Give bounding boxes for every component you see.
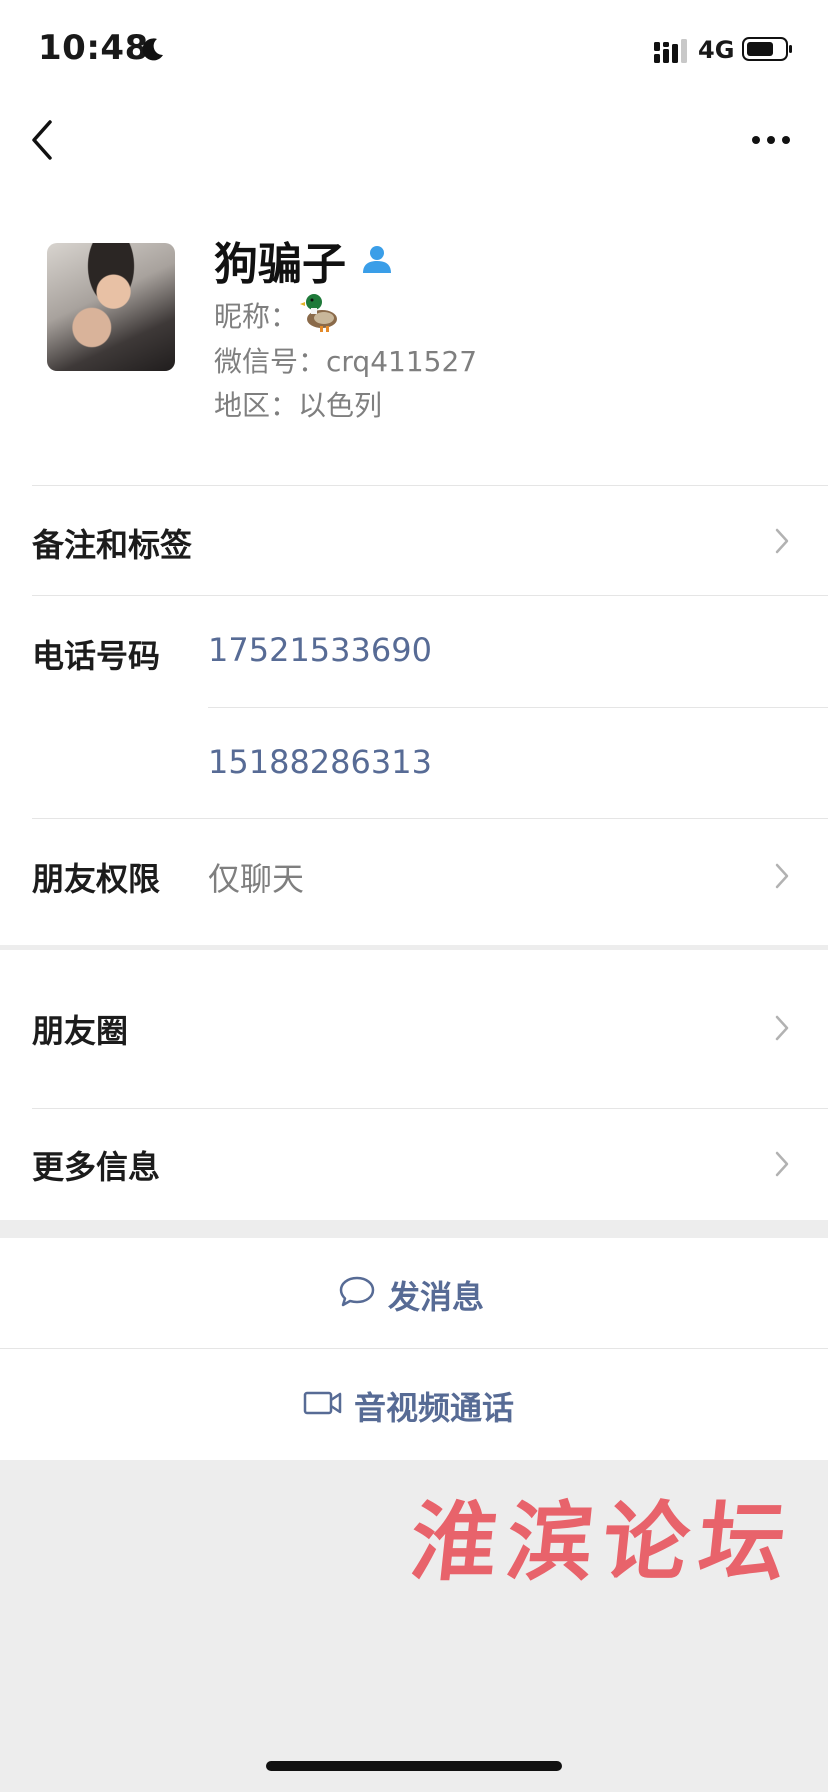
status-time: 10:48 [38,28,149,68]
more-info-label[interactable]: 更多信息 [32,1142,160,1188]
video-call-label: 音视频通话 [354,1389,515,1427]
chevron-right-icon [775,863,789,889]
watermark: 淮滨论坛 [405,1492,801,1593]
wechat-id: 微信号：crq411527 [214,345,478,378]
video-call-button[interactable]: 音视频通话 [0,1349,828,1459]
contact-name: 狗骗子 [214,239,346,290]
phone-number-1[interactable]: 17521533690 [208,631,432,669]
divider [32,595,828,596]
back-icon[interactable] [28,116,58,164]
friend-permission-label[interactable]: 朋友权限 [32,854,160,900]
send-message-label: 发消息 [388,1278,485,1316]
chevron-right-icon [775,1151,789,1177]
person-icon [363,246,391,273]
video-camera-icon [303,1391,342,1415]
region: 地区：以色列 [214,389,383,422]
divider [32,485,828,486]
network-type: 4G [698,36,735,64]
duck-emoji [300,294,337,332]
signal-icon [654,39,687,63]
moments-label[interactable]: 朋友圈 [32,1006,128,1052]
send-message-button[interactable]: 发消息 [0,1238,828,1348]
divider [32,1108,828,1109]
divider [32,818,828,819]
divider [208,707,828,708]
moon-icon [142,38,163,61]
battery-icon [742,37,792,61]
chevron-right-icon [775,528,789,554]
profile-card [0,0,828,945]
phone-number-2[interactable]: 15188286313 [208,743,432,781]
phone-label: 电话号码 [32,637,161,675]
avatar[interactable] [47,243,175,371]
friend-permission-value: 仅聊天 [208,860,305,898]
chat-bubble-icon [339,1276,375,1307]
chevron-right-icon [775,1015,789,1041]
notes-tags-label[interactable]: 备注和标签 [32,520,192,566]
nickname-label: 昵称： [214,300,299,333]
more-icon[interactable] [750,132,792,148]
home-indicator [266,1761,562,1771]
